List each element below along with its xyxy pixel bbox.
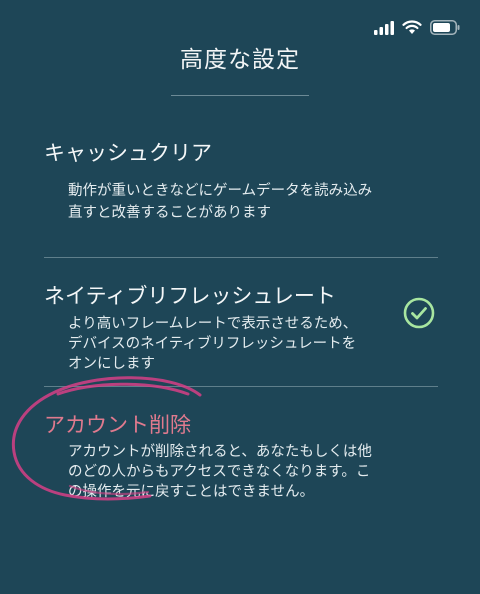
option-cache-clear-title[interactable]: キャッシュクリア (44, 137, 212, 167)
status-icons (374, 20, 460, 35)
option-delete-account-desc-line-3: の操作を元に戻すことはできません。 (68, 484, 315, 500)
checkmark-circle-icon[interactable] (403, 297, 435, 329)
divider (44, 386, 438, 387)
wifi-icon (402, 20, 422, 34)
title-underline (171, 95, 309, 96)
option-native-refresh-rate-desc-line-2: デバイスのネイティブリフレッシュレートを (68, 336, 357, 352)
option-native-refresh-rate-desc-line-3: オンにします (68, 356, 155, 372)
option-native-refresh-rate-title[interactable]: ネイティブリフレッシュレート (44, 280, 336, 310)
option-cache-clear-desc-line-2: 直すと改善することがあります (68, 205, 271, 221)
option-cache-clear-desc-line-1: 動作が重いときなどにゲームデータを読み込み (68, 183, 373, 199)
battery-icon (430, 20, 460, 35)
page-title: 高度な設定 (180, 47, 300, 73)
option-delete-account-desc-line-1: アカウントが削除されると、あなたもしくは他 (68, 444, 372, 460)
option-delete-account-desc-line-2: のどの人からもアクセスできなくなります。こ (68, 464, 371, 480)
status-bar (0, 0, 480, 44)
signal-icon (374, 20, 394, 35)
option-native-refresh-rate-desc-line-1: より高いフレームレートで表示させるため、 (68, 316, 358, 332)
option-delete-account-title[interactable]: アカウント削除 (44, 409, 191, 439)
divider (44, 257, 438, 258)
